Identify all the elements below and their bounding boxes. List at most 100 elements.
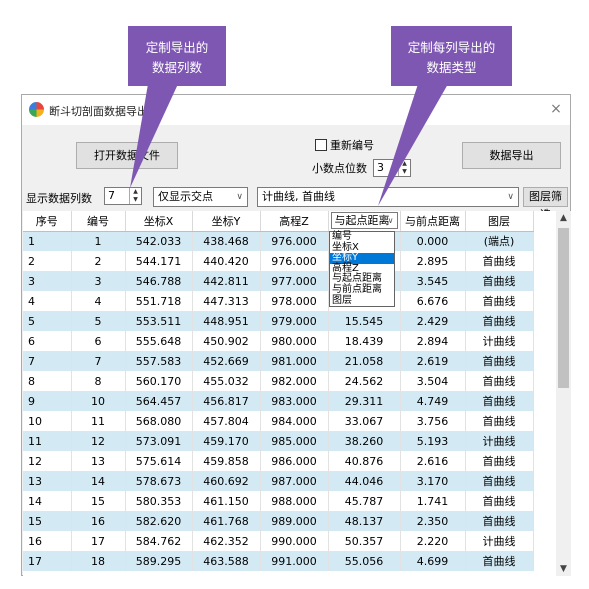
table-cell[interactable]: 17 <box>71 531 126 551</box>
table-cell[interactable]: 553.511 <box>125 311 193 331</box>
table-cell[interactable]: 573.091 <box>125 431 193 451</box>
table-cell[interactable]: 459.858 <box>192 451 261 471</box>
table-cell[interactable]: 4.699 <box>400 551 466 571</box>
table-cell[interactable]: 首曲线 <box>465 311 534 331</box>
table-cell[interactable]: 580.353 <box>125 491 193 511</box>
table-cell[interactable]: 978.000 <box>260 291 329 311</box>
table-cell[interactable]: 计曲线 <box>465 431 534 451</box>
table-cell[interactable]: 18 <box>71 551 126 571</box>
close-icon[interactable]: × <box>548 101 564 117</box>
table-cell[interactable]: 542.033 <box>125 231 193 251</box>
table-cell[interactable]: 440.420 <box>192 251 261 271</box>
columns-value[interactable]: 7 <box>105 188 129 204</box>
table-cell[interactable]: 6 <box>71 331 126 351</box>
table-row[interactable]: 7 7 557.583 452.669 981.000 21.058 2.619 首曲线 <box>23 351 534 371</box>
table-row[interactable]: 15 16 582.620 461.768 989.000 48.137 2.350 首曲线 <box>23 511 534 531</box>
table-cell[interactable]: 2 <box>23 251 72 271</box>
table-cell[interactable]: 2.429 <box>400 311 466 331</box>
table-cell[interactable]: 55.056 <box>328 551 401 571</box>
table-cell[interactable]: 44.046 <box>328 471 401 491</box>
table-row[interactable]: 2 2 544.171 440.420 976.000 2.895 首曲线 <box>23 251 534 271</box>
table-row[interactable]: 1 1 542.033 438.468 976.000 0.000 (端点) <box>23 231 534 251</box>
table-cell[interactable]: 13 <box>71 451 126 471</box>
stepper-arrows-icon[interactable]: ▲ ▼ <box>129 188 141 204</box>
table-cell[interactable]: 3 <box>71 271 126 291</box>
table-cell[interactable]: 589.295 <box>125 551 193 571</box>
table-cell[interactable]: 463.588 <box>192 551 261 571</box>
table-cell[interactable]: 980.000 <box>260 331 329 351</box>
table-cell[interactable]: 首曲线 <box>465 551 534 571</box>
table-cell[interactable]: 首曲线 <box>465 391 534 411</box>
table-cell[interactable]: 2.350 <box>400 511 466 531</box>
table-cell[interactable]: 40.876 <box>328 451 401 471</box>
table-cell[interactable]: 1 <box>23 231 72 251</box>
table-cell[interactable]: 8 <box>23 371 72 391</box>
table-cell[interactable]: 557.583 <box>125 351 193 371</box>
table-cell[interactable]: 544.171 <box>125 251 193 271</box>
table-cell[interactable]: 450.902 <box>192 331 261 351</box>
table-row[interactable]: 4 4 551.718 447.313 978.000 6.676 首曲线 <box>23 291 534 311</box>
table-cell[interactable]: 976.000 <box>260 251 329 271</box>
table-cell[interactable]: 447.313 <box>192 291 261 311</box>
point-filter-select[interactable]: 仅显示交点 ∨ <box>153 187 248 207</box>
renumber-checkbox[interactable]: 重新编号 <box>315 137 374 153</box>
table-cell[interactable]: 568.080 <box>125 411 193 431</box>
table-row[interactable]: 5 5 553.511 448.951 979.000 15.545 2.429 首曲线 <box>23 311 534 331</box>
table-cell[interactable]: 2.895 <box>400 251 466 271</box>
table-cell[interactable]: 555.648 <box>125 331 193 351</box>
table-cell[interactable]: 16 <box>71 511 126 531</box>
table-cell[interactable]: 15.545 <box>328 311 401 331</box>
table-cell[interactable]: 2.220 <box>400 531 466 551</box>
table-row[interactable]: 13 14 578.673 460.692 987.000 44.046 3.170 首曲线 <box>23 471 534 491</box>
table-cell[interactable]: 564.457 <box>125 391 193 411</box>
columns-stepper[interactable]: 7 ▲ ▼ <box>104 187 142 205</box>
open-file-button[interactable]: 打开数据文件 <box>76 142 178 169</box>
table-cell[interactable]: 3.170 <box>400 471 466 491</box>
table-cell[interactable]: 976.000 <box>260 231 329 251</box>
table-cell[interactable]: 987.000 <box>260 471 329 491</box>
table-cell[interactable]: 551.718 <box>125 291 193 311</box>
table-cell[interactable]: 8 <box>71 371 126 391</box>
table-cell[interactable]: 2 <box>71 251 126 271</box>
table-cell[interactable]: 0.000 <box>400 231 466 251</box>
column-header[interactable]: 高程Z <box>260 211 329 232</box>
column-type-select[interactable]: 与起点距离 ∨ <box>330 212 398 230</box>
data-grid[interactable]: 序号 编号 坐标X 坐标Y 高程Z 与起点距离 ∨ 与前点距离 图层 1 1 542… <box>23 211 556 576</box>
column-header[interactable]: 编号 <box>71 211 126 232</box>
checkbox-box[interactable] <box>315 139 327 151</box>
table-cell[interactable]: 11 <box>23 431 72 451</box>
table-cell[interactable]: 982.000 <box>260 371 329 391</box>
table-row[interactable]: 6 6 555.648 450.902 980.000 18.439 2.894 计曲线 <box>23 331 534 351</box>
table-cell[interactable]: 4 <box>23 291 72 311</box>
table-cell[interactable]: 7 <box>23 351 72 371</box>
table-cell[interactable]: 首曲线 <box>465 371 534 391</box>
table-cell[interactable]: 988.000 <box>260 491 329 511</box>
table-cell[interactable]: 24.562 <box>328 371 401 391</box>
vertical-scrollbar[interactable]: ▲ ▼ <box>556 211 571 576</box>
scroll-down-icon[interactable]: ▼ <box>556 564 571 574</box>
table-cell[interactable]: 990.000 <box>260 531 329 551</box>
table-cell[interactable]: 29.311 <box>328 391 401 411</box>
table-cell[interactable]: 15 <box>23 511 72 531</box>
layer-filter-button[interactable]: 图层筛选 <box>523 187 568 221</box>
table-cell[interactable]: 6.676 <box>400 291 466 311</box>
table-cell[interactable]: 457.804 <box>192 411 261 431</box>
table-cell[interactable]: 981.000 <box>260 351 329 371</box>
table-row[interactable]: 16 17 584.762 462.352 990.000 50.357 2.220 计曲线 <box>23 531 534 551</box>
table-cell[interactable]: 首曲线 <box>465 351 534 371</box>
export-button[interactable]: 数据导出 <box>462 142 561 169</box>
table-cell[interactable]: 2.619 <box>400 351 466 371</box>
table-row[interactable]: 3 3 546.788 442.811 977.000 3.545 首曲线 <box>23 271 534 291</box>
table-cell[interactable]: 5 <box>71 311 126 331</box>
decimals-stepper[interactable]: 3 ▲ ▼ <box>373 159 411 177</box>
table-row[interactable]: 12 13 575.614 459.858 986.000 40.876 2.616 首曲线 <box>23 451 534 471</box>
table-row[interactable]: 9 10 564.457 456.817 983.000 29.311 4.749 首曲线 <box>23 391 534 411</box>
column-header[interactable]: 与前点距离 <box>400 211 466 232</box>
table-cell[interactable]: 首曲线 <box>465 451 534 471</box>
table-cell[interactable]: 461.768 <box>192 511 261 531</box>
table-cell[interactable]: 1 <box>71 231 126 251</box>
table-cell[interactable]: 546.788 <box>125 271 193 291</box>
table-cell[interactable]: 6 <box>23 331 72 351</box>
table-cell[interactable]: 计曲线 <box>465 331 534 351</box>
table-cell[interactable]: 979.000 <box>260 311 329 331</box>
